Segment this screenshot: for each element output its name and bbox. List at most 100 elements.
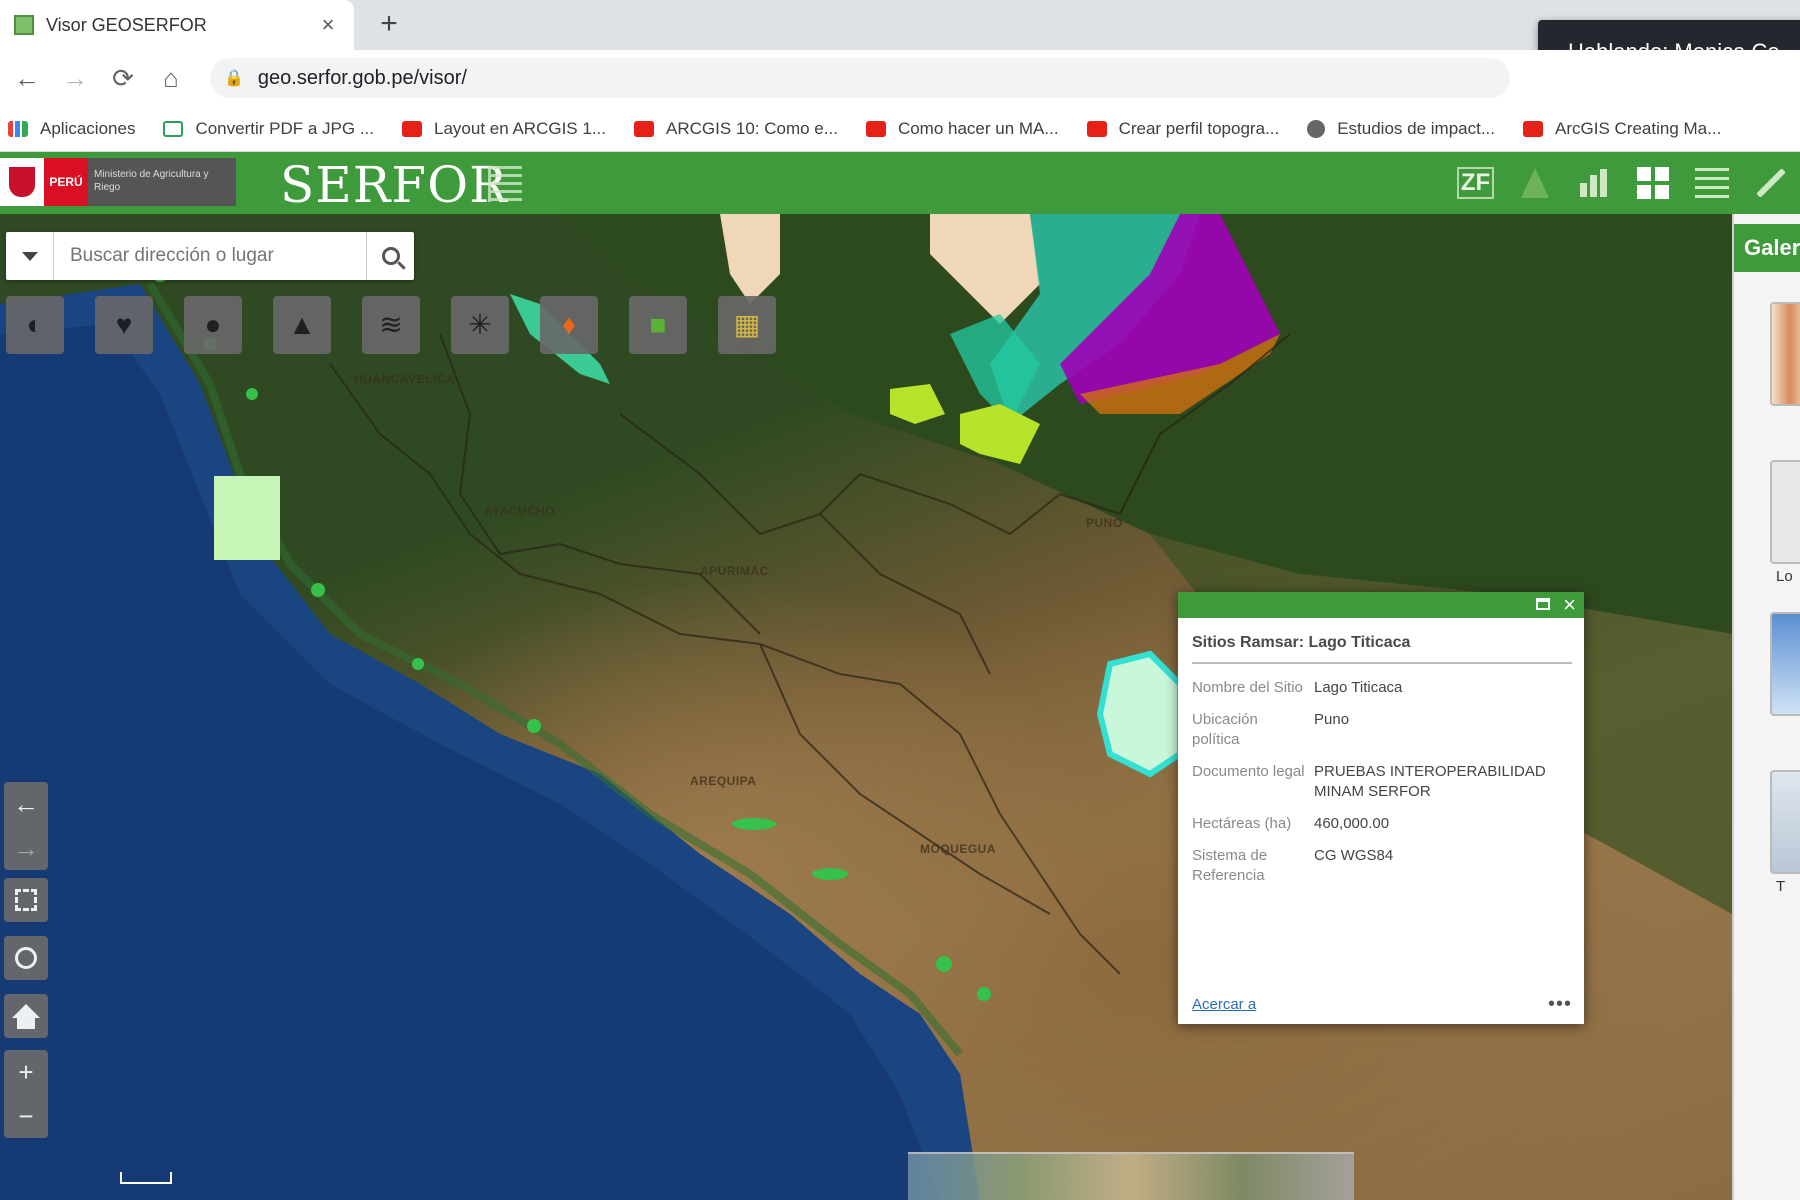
department-label: APURIMAC — [700, 564, 769, 578]
fire-icon: ♦ — [561, 309, 577, 340]
tab-close-icon[interactable]: × — [316, 12, 340, 38]
url-text: geo.serfor.gob.pe/visor/ — [257, 66, 467, 89]
scale-bar — [120, 1172, 172, 1184]
next-extent-icon[interactable]: → — [4, 826, 48, 870]
government-logo: PERÚ Ministerio de Agricultura y Riego — [0, 158, 236, 206]
layer-button-climate[interactable]: ✳ — [451, 296, 509, 354]
layer-button-forest[interactable]: ● — [184, 296, 242, 354]
attribute-key: Hectáreas (ha) — [1192, 815, 1292, 832]
youtube-icon — [865, 120, 886, 137]
basemap-thumb-streets[interactable] — [1770, 770, 1800, 874]
bar-chart-icon — [1580, 169, 1607, 197]
reload-icon[interactable]: ⟳ — [102, 57, 144, 99]
my-location-icon[interactable] — [4, 936, 48, 980]
attribute-key: Documento legal — [1192, 763, 1305, 780]
more-actions-icon[interactable]: ••• — [1548, 993, 1572, 1016]
feature-popup: × Sitios Ramsar: Lago Titicaca Nombre de… — [1178, 592, 1584, 1024]
layer-button-cover[interactable]: ▲ — [273, 296, 331, 354]
close-icon[interactable]: × — [1563, 593, 1576, 617]
address-bar[interactable]: 🔒 geo.serfor.gob.pe/visor/ — [210, 58, 1510, 98]
mountain-icon: ▲ — [288, 309, 316, 340]
tree-icon — [1520, 168, 1549, 198]
bookmark-item[interactable]: Layout en ARCGIS 1... — [402, 119, 606, 139]
search-input[interactable] — [54, 232, 366, 280]
bookmark-item[interactable]: Aplicaciones — [8, 119, 135, 139]
bookmark-item[interactable]: ArcGIS Creating Ma... — [1523, 119, 1721, 139]
bookmark-item[interactable]: Como hacer un MA... — [865, 119, 1059, 139]
serfor-favicon-icon — [14, 15, 34, 35]
layer-button-imagery[interactable]: ▦ — [718, 296, 776, 354]
search-button[interactable] — [366, 232, 414, 280]
thematic-layer-buttons: ◐ ♥ ● ▲ ≋ ✳ ♦ ■ ▦ — [6, 296, 776, 354]
basemap-thumb-topo[interactable] — [1770, 302, 1800, 406]
department-label: PUNO — [1086, 516, 1123, 530]
search-icon — [381, 247, 400, 265]
globe-icon — [1307, 119, 1326, 138]
layer-button-ecosystem[interactable]: ■ — [629, 296, 687, 354]
peru-label: PERÚ — [44, 158, 88, 206]
zf-tool-button[interactable]: ZF — [1446, 152, 1505, 214]
chart-tool-button[interactable] — [1564, 152, 1623, 214]
department-label: HUANCAVELICA — [354, 372, 456, 386]
attribute-key: Nombre del Sitio — [1192, 679, 1303, 696]
attribute-value: PRUEBAS INTEROPERABILIDAD MINAM SERFOR — [1314, 763, 1546, 800]
map-view[interactable]: HUANCAVELICA AYACUCHO APURIMAC PUNO AREQUIPA… — [0, 214, 1732, 1200]
attribute-row: Nombre del Sitio Lago Titicaca — [1192, 678, 1572, 698]
attribute-key: Ubicación política — [1192, 711, 1258, 748]
bookmark-label: ArcGIS Creating Ma... — [1555, 118, 1722, 138]
youtube-icon — [402, 120, 422, 137]
serfor-logo: SERFOR — [280, 156, 508, 214]
zoom-to-link[interactable]: Acercar a — [1192, 996, 1256, 1013]
basemap-gallery-button[interactable] — [1623, 152, 1682, 214]
basemap-thumb-ocean[interactable] — [1770, 612, 1800, 716]
bookmark-item[interactable]: ARCGIS 10: Como e... — [633, 118, 838, 139]
back-arrow-icon[interactable]: ← — [6, 57, 48, 99]
layer-list-button[interactable] — [1682, 152, 1741, 214]
gallery-title: Galería — [1734, 224, 1800, 272]
app-header: PERÚ Ministerio de Agricultura y Riego S… — [0, 152, 1800, 214]
attribute-value: 460,000.00 — [1314, 815, 1390, 832]
basemap-thumbnails[interactable] — [908, 1152, 1354, 1200]
youtube-icon — [1523, 120, 1544, 137]
basemap-caption: T — [1776, 878, 1786, 895]
zoom-out-icon[interactable]: − — [4, 1094, 48, 1138]
attribute-row: Hectáreas (ha) 460,000.00 — [1192, 814, 1572, 834]
bookmark-label: Estudios de impact... — [1337, 118, 1496, 138]
list-icon — [1694, 168, 1729, 198]
layer-button-fauna[interactable]: ◐ — [6, 296, 64, 354]
home-extent-icon[interactable] — [4, 994, 48, 1038]
search-widget — [6, 232, 414, 280]
apps-icon — [8, 120, 28, 137]
zoom-in-icon[interactable]: + — [4, 1050, 48, 1094]
header-toolbar: ZF — [1446, 152, 1800, 214]
heart-icon: ♥ — [115, 309, 133, 340]
home-icon[interactable]: ⌂ — [150, 57, 192, 99]
forest-tool-button[interactable] — [1505, 152, 1564, 214]
bookmark-item[interactable]: Crear perfil topogra... — [1086, 119, 1279, 139]
attribute-key: Sistema de Referencia — [1192, 847, 1268, 884]
layer-button-layers[interactable]: ≋ — [362, 296, 420, 354]
bookmark-item[interactable]: Estudios de impact... — [1307, 119, 1495, 139]
layer-button-species[interactable]: ♥ — [95, 296, 153, 354]
animal-icon: ◐ — [26, 309, 44, 340]
basemap-caption: Lo — [1776, 568, 1793, 585]
draw-tool-button[interactable] — [1741, 152, 1800, 214]
bookmark-label: ARCGIS 10: Como e... — [665, 118, 838, 138]
bookmark-label: Convertir PDF a JPG ... — [195, 118, 374, 138]
basemap-thumb-light[interactable] — [1770, 460, 1800, 564]
full-extent-icon[interactable] — [4, 878, 48, 922]
new-tab-button[interactable]: + — [372, 8, 406, 42]
maximize-icon[interactable] — [1536, 598, 1550, 610]
browser-tab[interactable]: Visor GEOSERFOR × — [0, 0, 354, 50]
attribute-value: Puno — [1314, 711, 1350, 728]
forward-arrow-icon[interactable]: → — [54, 57, 96, 99]
bookmark-item[interactable]: Convertir PDF a JPG ... — [163, 119, 374, 139]
department-label: AYACUCHO — [484, 504, 556, 518]
previous-extent-icon[interactable]: ← — [4, 782, 48, 826]
search-source-dropdown[interactable] — [6, 232, 54, 280]
zoom-controls: + − — [4, 1050, 48, 1138]
layer-button-fire[interactable]: ♦ — [540, 296, 598, 354]
history-navigation: ← → — [4, 782, 48, 870]
bookmark-label: Layout en ARCGIS 1... — [434, 118, 606, 138]
lock-icon: 🔒 — [224, 70, 244, 87]
